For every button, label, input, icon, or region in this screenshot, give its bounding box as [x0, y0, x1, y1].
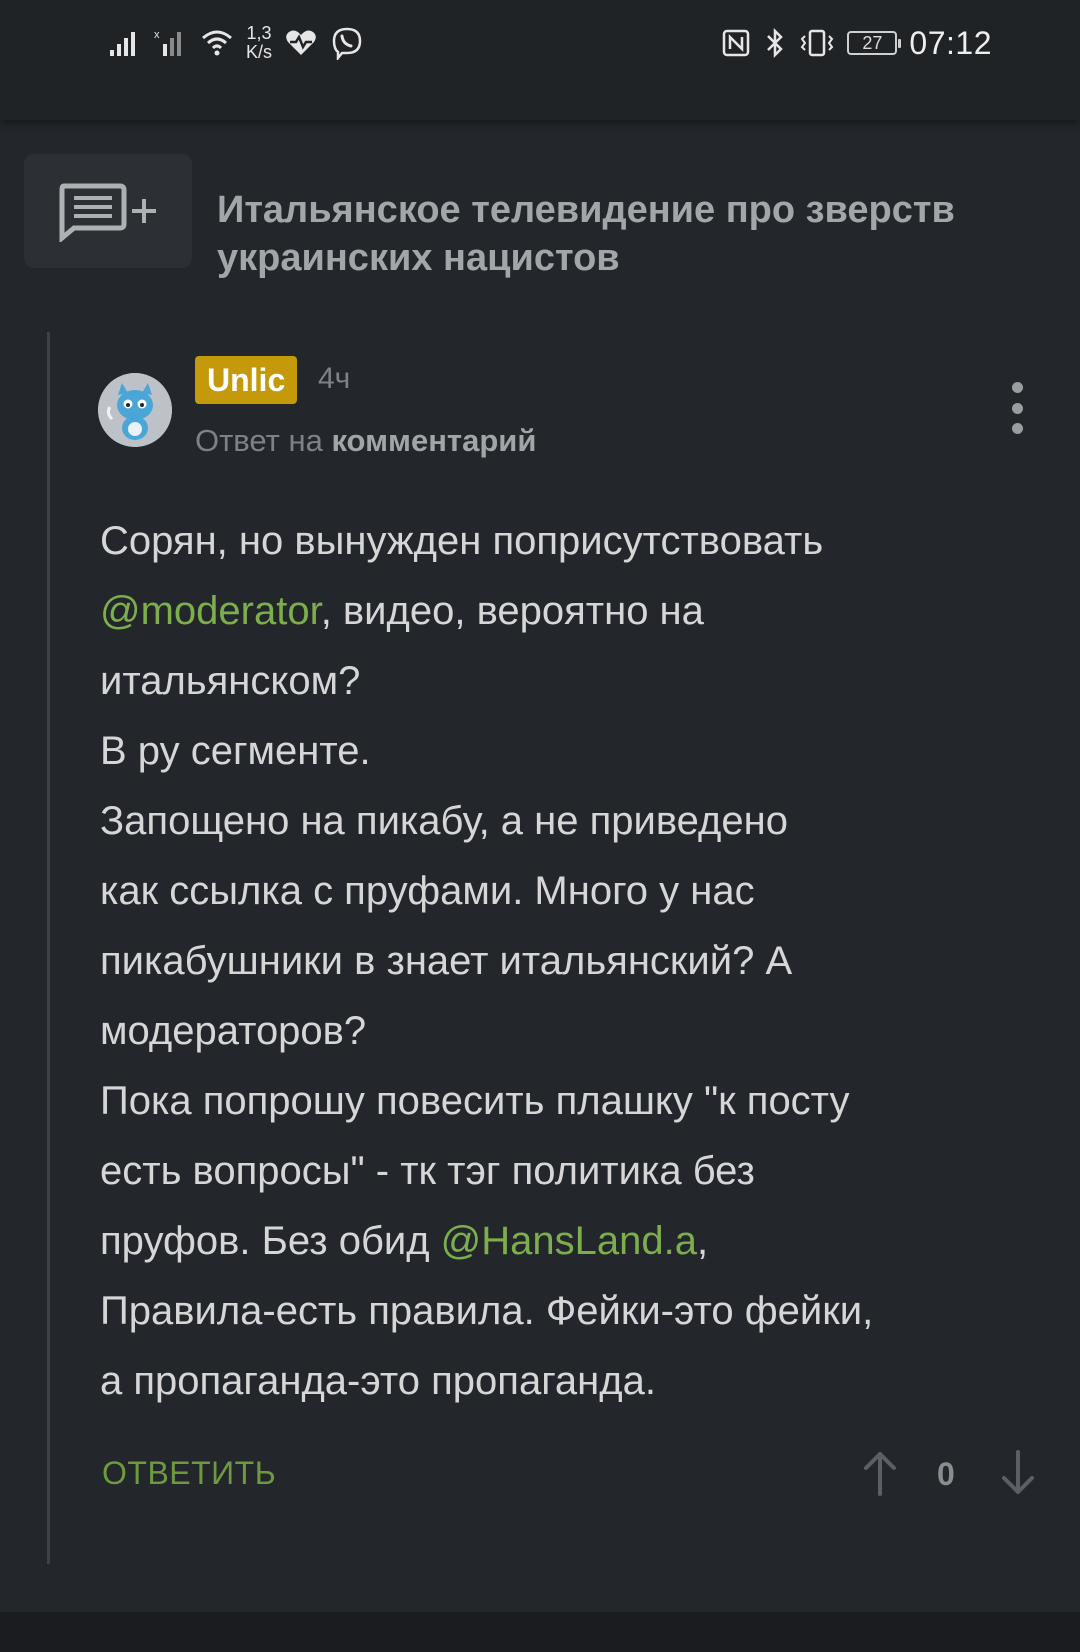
add-comment-icon	[59, 183, 156, 242]
cat-avatar-icon	[98, 373, 172, 447]
comment-line: пикабушники в знает итальянский? А	[100, 939, 793, 983]
arrow-down-icon	[1002, 1450, 1034, 1494]
arrow-up-icon	[864, 1452, 896, 1496]
comment-text: ,	[697, 1219, 709, 1263]
signal-icon	[110, 32, 135, 56]
battery-icon: 27	[847, 31, 902, 55]
status-bar: x 1,3 K/s 27 07:12	[0, 0, 1080, 120]
nfc-icon	[723, 29, 750, 57]
comment-line: пруфов. Без обид @HansLand.a,	[100, 1206, 1050, 1276]
signal-icon-sim2: x	[154, 29, 181, 56]
heart-monitor-icon	[286, 30, 316, 55]
reply-to-info[interactable]: Ответ на комментарий	[195, 423, 536, 459]
vibrate-icon	[801, 29, 834, 57]
comment-line: есть вопросы" - тк тэг политика без	[100, 1149, 755, 1193]
comment-line: Пока попрошу повесить плашку "к посту	[100, 1079, 850, 1123]
comment-line: Правила-есть правила. Фейки-это фейки,	[100, 1289, 874, 1333]
comment-text: пруфов. Без обид	[100, 1219, 441, 1263]
username-badge[interactable]: Unlic	[195, 356, 298, 404]
mention-link[interactable]: @HansLand.a	[441, 1219, 697, 1263]
reply-button[interactable]: ОТВЕТИТЬ	[102, 1455, 276, 1492]
bluetooth-icon	[767, 27, 784, 59]
downvote-button[interactable]	[998, 1448, 1038, 1503]
viber-icon	[332, 27, 362, 60]
mention-link[interactable]: @moderator	[100, 589, 321, 633]
comment-body: Сорян, но вынужден поприсутствовать @mod…	[100, 506, 1050, 1416]
comment-line: как ссылка с пруфами. Много у нас	[100, 869, 755, 913]
reply-to-prefix: Ответ на	[195, 423, 323, 458]
upvote-button[interactable]	[860, 1448, 900, 1503]
comment-line: Сорян, но вынужден поприсутствовать	[100, 519, 824, 563]
comment-time: 4ч	[318, 362, 351, 395]
network-speed-value: 1,3	[246, 23, 272, 43]
menu-dot	[1011, 402, 1023, 414]
comment-line: итальянском?	[100, 659, 361, 703]
comment-line: В ру сегменте.	[100, 729, 371, 773]
network-speed-unit: K/s	[246, 42, 273, 62]
comment-line: модераторов?	[100, 1009, 367, 1053]
rating-count: 0	[937, 1456, 955, 1492]
comment-line: Запощено на пикабу, а не приведено	[100, 799, 788, 843]
menu-dot	[1011, 423, 1023, 434]
comment-text: , видео, вероятно на	[320, 589, 704, 633]
status-right: 27 07:12	[721, 18, 992, 68]
comment-line: а пропаганда-это пропаганда.	[100, 1359, 656, 1403]
wifi-icon	[202, 30, 232, 56]
more-vertical-icon[interactable]	[1006, 382, 1028, 434]
menu-dot	[1011, 382, 1023, 393]
reply-to-link[interactable]: комментарий	[331, 423, 536, 458]
add-comment-button[interactable]	[24, 154, 192, 268]
avatar[interactable]	[98, 373, 172, 447]
svg-text:x: x	[154, 29, 160, 41]
post-title[interactable]: Итальянское телевидение про зверств укра…	[217, 186, 1007, 282]
comment-line: @moderator, видео, вероятно на	[100, 576, 1050, 646]
thread-line[interactable]	[47, 332, 50, 1564]
clock: 07:12	[909, 24, 992, 61]
bottom-bar	[0, 1612, 1080, 1652]
status-left: x 1,3 K/s	[108, 18, 364, 68]
network-speed: 1,3 K/s	[246, 24, 272, 62]
